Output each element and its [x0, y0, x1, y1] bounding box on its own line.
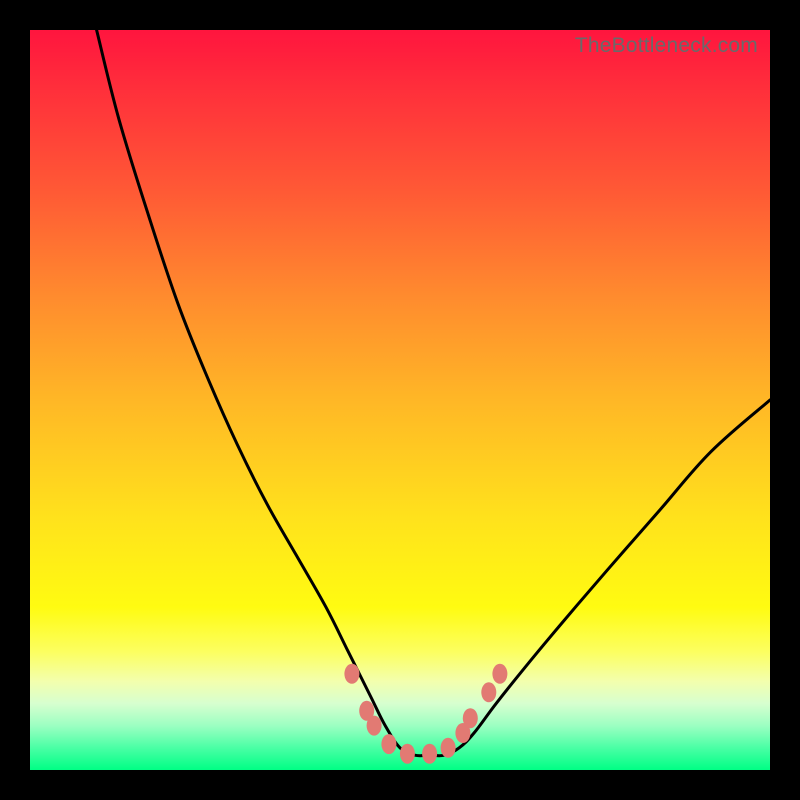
trough-marker-group [344, 664, 507, 764]
chart-frame: TheBottleneck.com [0, 0, 800, 800]
curve-layer [30, 30, 770, 770]
bottleneck-curve-path [97, 30, 770, 756]
trough-marker [463, 708, 478, 728]
trough-marker [481, 682, 496, 702]
trough-marker [381, 734, 396, 754]
trough-marker [492, 664, 507, 684]
trough-marker [441, 738, 456, 758]
trough-marker [367, 716, 382, 736]
plot-area: TheBottleneck.com [30, 30, 770, 770]
trough-marker [400, 744, 415, 764]
trough-marker [422, 744, 437, 764]
trough-marker [344, 664, 359, 684]
